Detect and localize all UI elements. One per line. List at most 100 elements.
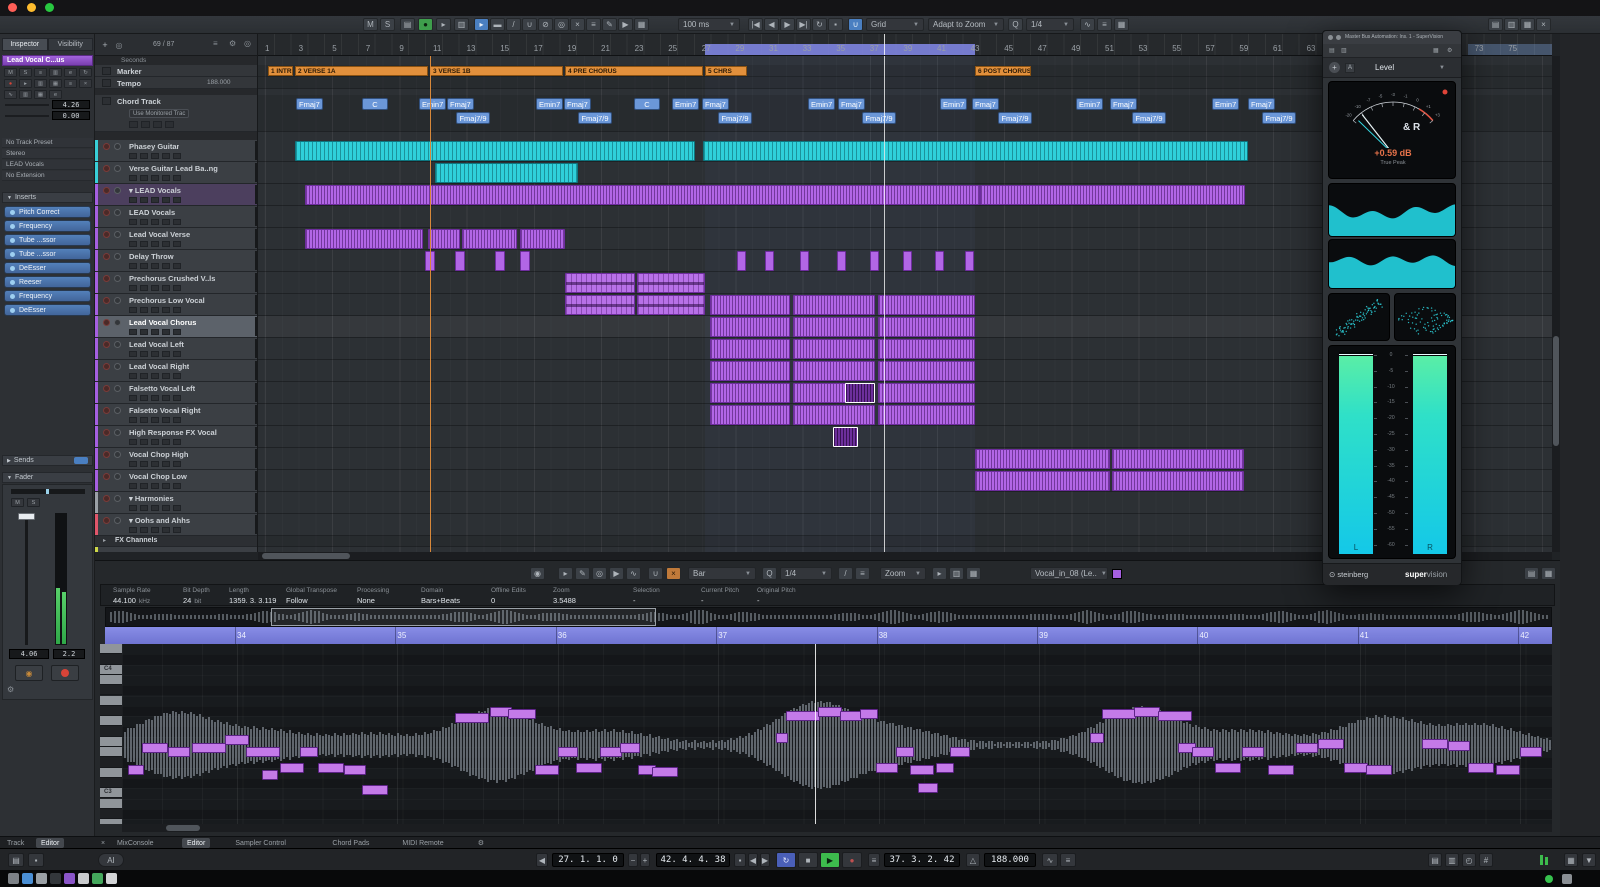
track-mini-button[interactable] xyxy=(129,417,137,423)
piano-key-white[interactable] xyxy=(100,768,122,778)
record-arm-icon[interactable] xyxy=(103,253,110,260)
tempo-value[interactable]: 188.000 xyxy=(207,79,231,86)
audio-event[interactable] xyxy=(870,251,879,271)
audio-event[interactable] xyxy=(903,251,912,271)
track-mini-button[interactable] xyxy=(173,417,181,423)
audio-event[interactable] xyxy=(435,163,578,183)
variaudio-segment[interactable] xyxy=(558,747,578,757)
module-select[interactable]: Level xyxy=(1375,63,1394,72)
chord-mini-button[interactable] xyxy=(141,121,150,128)
track-mini-button[interactable] xyxy=(140,439,148,445)
piano-key-white[interactable]: C3 xyxy=(100,788,122,798)
insert-power-icon[interactable] xyxy=(10,252,15,257)
audio-event[interactable] xyxy=(710,361,790,381)
variaudio-segment[interactable] xyxy=(1344,763,1368,773)
fader-value[interactable]: 4.06 xyxy=(9,649,49,659)
track-name[interactable]: ▾ Harmonies xyxy=(129,494,174,503)
dock-icon-6[interactable] xyxy=(92,873,103,884)
snap-toggle-button[interactable]: ∪ xyxy=(848,18,863,31)
audio-event[interactable] xyxy=(637,295,705,315)
editor-right-0[interactable]: ▤ xyxy=(1524,567,1539,580)
variaudio-segment[interactable] xyxy=(1448,741,1470,751)
variaudio-segment[interactable] xyxy=(1134,707,1160,717)
piano-key-white[interactable] xyxy=(100,675,122,685)
track-mini-button[interactable] xyxy=(162,219,170,225)
insert-power-icon[interactable] xyxy=(10,224,15,229)
transport-right-icon-1[interactable]: ▥ xyxy=(1445,853,1459,867)
insert-slot[interactable]: Tube ...ssor xyxy=(4,248,91,260)
track-mini-button[interactable] xyxy=(151,395,159,401)
track-mini-button[interactable] xyxy=(173,527,181,533)
track-mini-button[interactable] xyxy=(129,439,137,445)
variaudio-segment[interactable] xyxy=(1090,733,1104,743)
chord-event[interactable]: Fmaj7/9 xyxy=(862,112,896,124)
chord-event[interactable]: Fmaj7 xyxy=(447,98,474,110)
gear-icon[interactable]: ⚙ xyxy=(7,685,14,694)
plugin-settings-icon[interactable]: ⚙ xyxy=(1447,47,1452,54)
editor-color-swatch[interactable] xyxy=(1112,569,1122,579)
track-mini-button[interactable] xyxy=(151,373,159,379)
nudge-up-button[interactable]: + xyxy=(640,853,650,867)
precount-button[interactable]: ≡ xyxy=(1060,853,1076,867)
chord-event[interactable]: Fmaj7 xyxy=(296,98,323,110)
track-name[interactable]: Vocal Chop Low xyxy=(129,472,187,481)
tempo-display[interactable]: 188.000 xyxy=(984,853,1036,867)
record-arm-icon[interactable] xyxy=(103,473,110,480)
track-row[interactable]: Delay Throw xyxy=(95,250,258,272)
chord-event[interactable]: Emin7 xyxy=(940,98,967,110)
audio-event[interactable] xyxy=(710,339,790,359)
add-module-icon[interactable]: + xyxy=(1329,62,1340,73)
audio-event[interactable] xyxy=(710,383,790,403)
editor-mid-2[interactable]: ▦ xyxy=(966,567,981,580)
chord-event[interactable]: Fmaj7/9 xyxy=(456,112,490,124)
record-arm-icon[interactable] xyxy=(103,143,110,150)
track-mini-button[interactable] xyxy=(140,153,148,159)
track-mini-button[interactable] xyxy=(162,373,170,379)
ai-knob-label[interactable]: AI xyxy=(98,853,124,867)
track-row[interactable]: ▸FX Channels xyxy=(95,536,258,547)
add-track-button[interactable]: + xyxy=(99,39,111,51)
record-arm-icon[interactable] xyxy=(103,385,110,392)
inspector-mini-button[interactable]: × xyxy=(79,79,92,88)
piano-key-black[interactable] xyxy=(100,706,122,716)
track-mini-button[interactable] xyxy=(140,285,148,291)
info-value[interactable]: - xyxy=(633,596,636,605)
audio-event[interactable] xyxy=(710,405,790,425)
monitor-icon[interactable] xyxy=(114,473,121,480)
variaudio-segment[interactable] xyxy=(142,743,168,753)
variaudio-segment[interactable] xyxy=(620,743,640,753)
editor-tool-4[interactable]: ∿ xyxy=(626,567,641,580)
piano-key-white[interactable] xyxy=(100,819,122,824)
quantize-select[interactable]: 1/4▼ xyxy=(1026,18,1074,31)
nudge-down-button[interactable]: − xyxy=(628,853,638,867)
tray-icon[interactable] xyxy=(1562,874,1572,884)
variaudio-segment[interactable] xyxy=(1268,765,1294,775)
track-row[interactable]: Lead Vocal Verse xyxy=(95,228,258,250)
tool-glue[interactable]: ∪ xyxy=(522,18,537,31)
inspector-mini-button[interactable]: ▥ xyxy=(34,79,47,88)
variaudio-segment[interactable] xyxy=(344,765,366,775)
info-value[interactable]: 24bit xyxy=(183,596,201,605)
monitor-icon[interactable] xyxy=(114,429,121,436)
nudge-button-3[interactable]: ▶| xyxy=(796,18,811,31)
auto-fade-select[interactable]: 100 ms▼ xyxy=(678,18,740,31)
track-mini-button[interactable] xyxy=(140,395,148,401)
variaudio-segment[interactable] xyxy=(1520,747,1542,757)
monitor-icon[interactable] xyxy=(114,253,121,260)
tool-play[interactable]: ▶ xyxy=(618,18,633,31)
editor-mid-1[interactable]: ▥ xyxy=(949,567,964,580)
track-mini-button[interactable] xyxy=(173,307,181,313)
track-mini-button[interactable] xyxy=(140,505,148,511)
sends-section-header[interactable]: ▶ Sends xyxy=(2,455,93,466)
track-name[interactable]: Falsetto Vocal Left xyxy=(129,384,195,393)
fader-cap[interactable] xyxy=(18,513,35,520)
plugin-close-button[interactable] xyxy=(1328,35,1333,40)
edit-cursor[interactable] xyxy=(430,56,431,552)
piano-key-white[interactable]: C4 xyxy=(100,665,122,675)
insert-power-icon[interactable] xyxy=(10,266,15,271)
editor-swing-1[interactable]: ≡ xyxy=(855,567,870,580)
track-mini-button[interactable] xyxy=(151,175,159,181)
studio-setup-button[interactable]: ▤ xyxy=(1488,18,1503,31)
track-preset-row[interactable]: No Track Preset xyxy=(2,138,93,148)
variaudio-segment[interactable] xyxy=(1422,739,1448,749)
